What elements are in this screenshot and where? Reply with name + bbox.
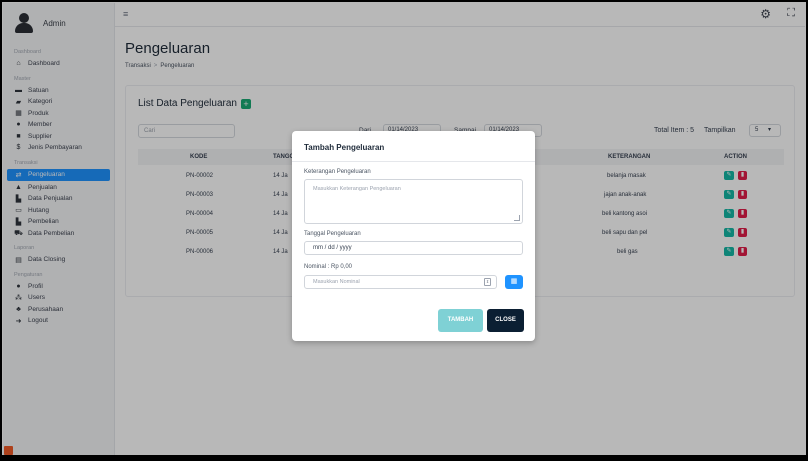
tanggal-label: Tanggal Pengeluaran <box>304 231 361 237</box>
tambah-button[interactable]: TAMBAH <box>438 309 483 332</box>
number-spinner-icon[interactable]: ⇕ <box>484 278 491 286</box>
close-button[interactable]: CLOSE <box>487 309 524 332</box>
keterangan-placeholder: Masukkan Keterangan Pengeluaran <box>313 186 401 192</box>
tanggal-date-input[interactable]: mm / dd / yyyy <box>304 241 523 255</box>
resize-handle-icon[interactable] <box>514 215 520 221</box>
nominal-label: Nominal : Rp 0,00 <box>304 264 353 270</box>
keyboard-icon: ▦ <box>510 278 518 285</box>
keterangan-label: Keterangan Pengeluaran <box>304 169 371 175</box>
nominal-placeholder: Masukkan Nominal <box>313 279 360 285</box>
keterangan-textarea[interactable]: Masukkan Keterangan Pengeluaran <box>304 179 523 224</box>
modal-title: Tambah Pengeluaran <box>304 143 385 152</box>
add-expense-modal: Tambah Pengeluaran Keterangan Pengeluara… <box>292 131 535 341</box>
modal-divider <box>292 161 535 162</box>
calculator-button[interactable]: ▦ <box>505 275 523 289</box>
nominal-input[interactable]: Masukkan Nominal ⇕ <box>304 275 497 289</box>
window-bottom-edge <box>0 455 808 461</box>
